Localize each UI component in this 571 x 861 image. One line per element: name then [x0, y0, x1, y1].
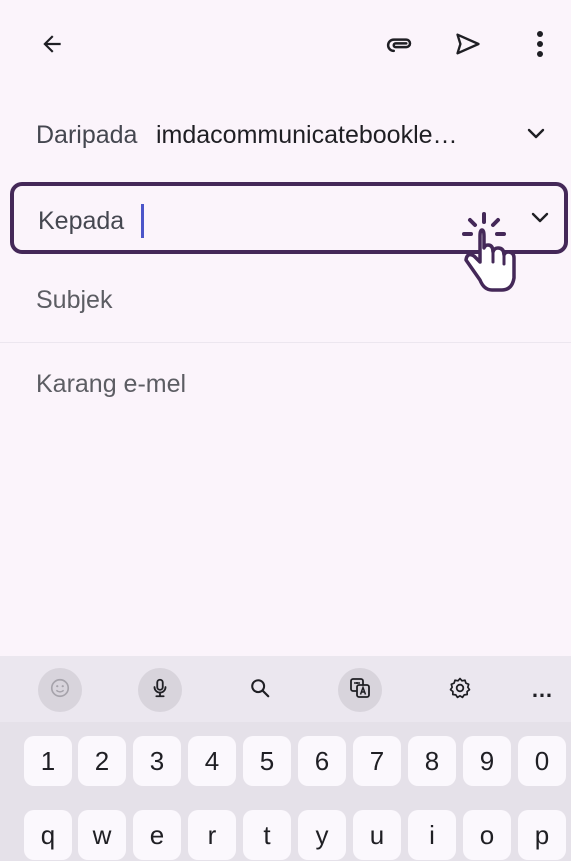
keyboard-more-button[interactable]: … — [520, 668, 564, 712]
app-toolbar — [0, 0, 571, 92]
key-u[interactable]: u — [353, 810, 401, 860]
key-4[interactable]: 4 — [188, 736, 236, 786]
key-w[interactable]: w — [78, 810, 126, 860]
on-screen-keyboard: … 1 2 3 4 5 6 7 8 9 0 q w e r t y u i o … — [0, 656, 571, 861]
key-9[interactable]: 9 — [463, 736, 511, 786]
search-icon — [249, 677, 271, 704]
key-3[interactable]: 3 — [133, 736, 181, 786]
more-options-button[interactable] — [518, 22, 562, 66]
emoji-icon — [49, 677, 71, 704]
from-row[interactable]: Daripada imdacommunicatebookle… — [0, 108, 571, 162]
more-vertical-icon — [536, 30, 544, 58]
key-p[interactable]: p — [518, 810, 566, 860]
subject-field[interactable]: Subjek — [0, 272, 571, 343]
back-button[interactable] — [30, 22, 74, 66]
attach-button[interactable] — [378, 22, 422, 66]
chevron-down-icon[interactable] — [516, 114, 556, 154]
key-y[interactable]: y — [298, 810, 346, 860]
settings-icon — [448, 676, 472, 705]
key-o[interactable]: o — [463, 810, 511, 860]
send-button[interactable] — [446, 22, 490, 66]
text-caret — [141, 204, 144, 238]
to-label: Kepada — [38, 207, 125, 235]
keyboard-toolbar: … — [0, 656, 571, 722]
paperclip-icon — [385, 29, 415, 59]
key-0[interactable]: 0 — [518, 736, 566, 786]
voice-input-button[interactable] — [138, 668, 182, 712]
key-7[interactable]: 7 — [353, 736, 401, 786]
keyboard-settings-button[interactable] — [438, 668, 482, 712]
key-e[interactable]: e — [133, 810, 181, 860]
compose-body-field[interactable]: Karang e-mel — [36, 370, 186, 399]
send-icon — [454, 30, 482, 58]
from-account-value: imdacommunicatebookle… — [156, 121, 458, 149]
arrow-left-icon — [39, 31, 65, 57]
key-5[interactable]: 5 — [243, 736, 291, 786]
from-label: Daripada — [36, 121, 138, 149]
chevron-down-icon[interactable] — [520, 198, 560, 238]
microphone-icon — [149, 676, 171, 705]
key-i[interactable]: i — [408, 810, 456, 860]
key-2[interactable]: 2 — [78, 736, 126, 786]
translate-button[interactable] — [338, 668, 382, 712]
key-q[interactable]: q — [24, 810, 72, 860]
key-r[interactable]: r — [188, 810, 236, 860]
subject-placeholder: Subjek — [36, 286, 113, 314]
key-6[interactable]: 6 — [298, 736, 346, 786]
keyboard-search-button[interactable] — [238, 668, 282, 712]
key-1[interactable]: 1 — [24, 736, 72, 786]
key-t[interactable]: t — [243, 810, 291, 860]
translate-icon — [348, 676, 372, 705]
emoji-button[interactable] — [38, 668, 82, 712]
key-8[interactable]: 8 — [408, 736, 456, 786]
more-horizontal-icon: … — [531, 677, 553, 702]
